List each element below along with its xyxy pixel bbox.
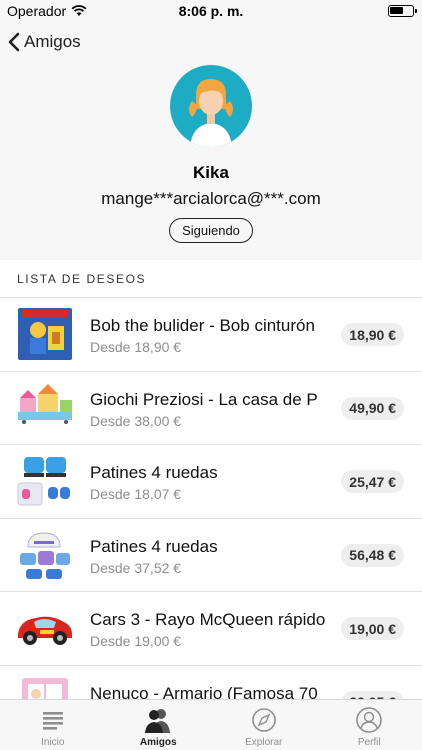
- profile-header: Amigos Kika mange***arcialorca@***.com S…: [0, 22, 422, 260]
- tab-label: Perfil: [357, 737, 381, 748]
- price-badge: 18,90 €: [341, 323, 404, 346]
- tab-inicio[interactable]: Inicio: [0, 700, 106, 750]
- product-bob-builder-image: [18, 308, 72, 360]
- friends-icon: [145, 709, 171, 733]
- item-subtitle: Desde 18,07 €: [90, 486, 182, 502]
- price-badge: 56,48 €: [341, 543, 404, 567]
- following-button[interactable]: Siguiendo: [169, 218, 253, 243]
- compass-icon: [251, 708, 276, 732]
- tab-bar: Inicio Amigos Explorar Perfil: [0, 699, 422, 750]
- item-title: Patines 4 ruedas: [90, 536, 218, 556]
- wishlist-list[interactable]: Bob the bulider - Bob cinturón Desde 18,…: [0, 298, 422, 699]
- price-badge: 25,47 €: [341, 470, 404, 493]
- list-item[interactable]: Patines 4 ruedas Desde 37,52 € 56,48 €: [0, 519, 422, 592]
- item-title: Cars 3 - Rayo McQueen rápido: [90, 610, 325, 629]
- product-skates-helmet-image: [20, 531, 70, 579]
- product-playhouse-image: [18, 383, 72, 424]
- tab-explorar[interactable]: Explorar: [211, 700, 317, 750]
- list-item[interactable]: Nenuco - Armario (Famosa 70 20,95 €: [0, 666, 422, 700]
- list-item[interactable]: Patines 4 ruedas Desde 18,07 € 25,47 €: [0, 445, 422, 519]
- profile-icon: [356, 707, 383, 733]
- profile-email: mange***arcialorca@***.com: [101, 189, 321, 208]
- tab-amigos[interactable]: Amigos: [106, 700, 212, 750]
- item-subtitle: Desde 18,90 €: [90, 339, 182, 355]
- back-button[interactable]: Amigos: [8, 32, 81, 52]
- status-time: 8:06 p. m.: [178, 3, 244, 19]
- tab-label: Explorar: [245, 737, 283, 748]
- list-item[interactable]: Bob the bulider - Bob cinturón Desde 18,…: [0, 298, 422, 372]
- product-nenuco-wardrobe-image: [22, 677, 68, 699]
- item-title: Giochi Preziosi - La casa de P: [90, 389, 318, 409]
- tab-label: Inicio: [41, 737, 65, 748]
- product-lightning-mcqueen-image: [18, 616, 72, 645]
- item-subtitle: Desde 37,52 €: [90, 559, 182, 576]
- item-subtitle: Desde 38,00 €: [90, 412, 182, 429]
- back-label: Amigos: [24, 32, 81, 51]
- section-title: LISTA DE DESEOS: [17, 272, 147, 286]
- price-badge: 19,00 €: [341, 617, 404, 640]
- wishlist-section-header: LISTA DE DESEOS: [0, 260, 422, 298]
- battery-icon: [388, 5, 417, 17]
- status-bar: Operador 8:06 p. m.: [0, 0, 422, 22]
- price-badge: 20,95 €: [341, 690, 404, 699]
- list-item[interactable]: Cars 3 - Rayo McQueen rápido Desde 19,00…: [0, 592, 422, 666]
- price-badge: 49,90 €: [341, 396, 404, 420]
- girl-avatar-icon: [189, 79, 233, 147]
- tab-perfil[interactable]: Perfil: [317, 700, 422, 750]
- profile-name: Kika: [193, 163, 229, 182]
- tab-label: Amigos: [139, 737, 177, 748]
- item-subtitle: Desde 19,00 €: [90, 633, 182, 649]
- product-skates-blue-image: [17, 457, 70, 506]
- list-item[interactable]: Giochi Preziosi - La casa de P Desde 38,…: [0, 372, 422, 445]
- list-icon: [42, 712, 63, 730]
- chevron-left-icon: [8, 32, 20, 52]
- item-title: Patines 4 ruedas: [90, 463, 218, 482]
- avatar: [170, 65, 252, 147]
- item-title: Nenuco - Armario (Famosa 70: [90, 683, 318, 700]
- item-title: Bob the bulider - Bob cinturón: [90, 316, 315, 335]
